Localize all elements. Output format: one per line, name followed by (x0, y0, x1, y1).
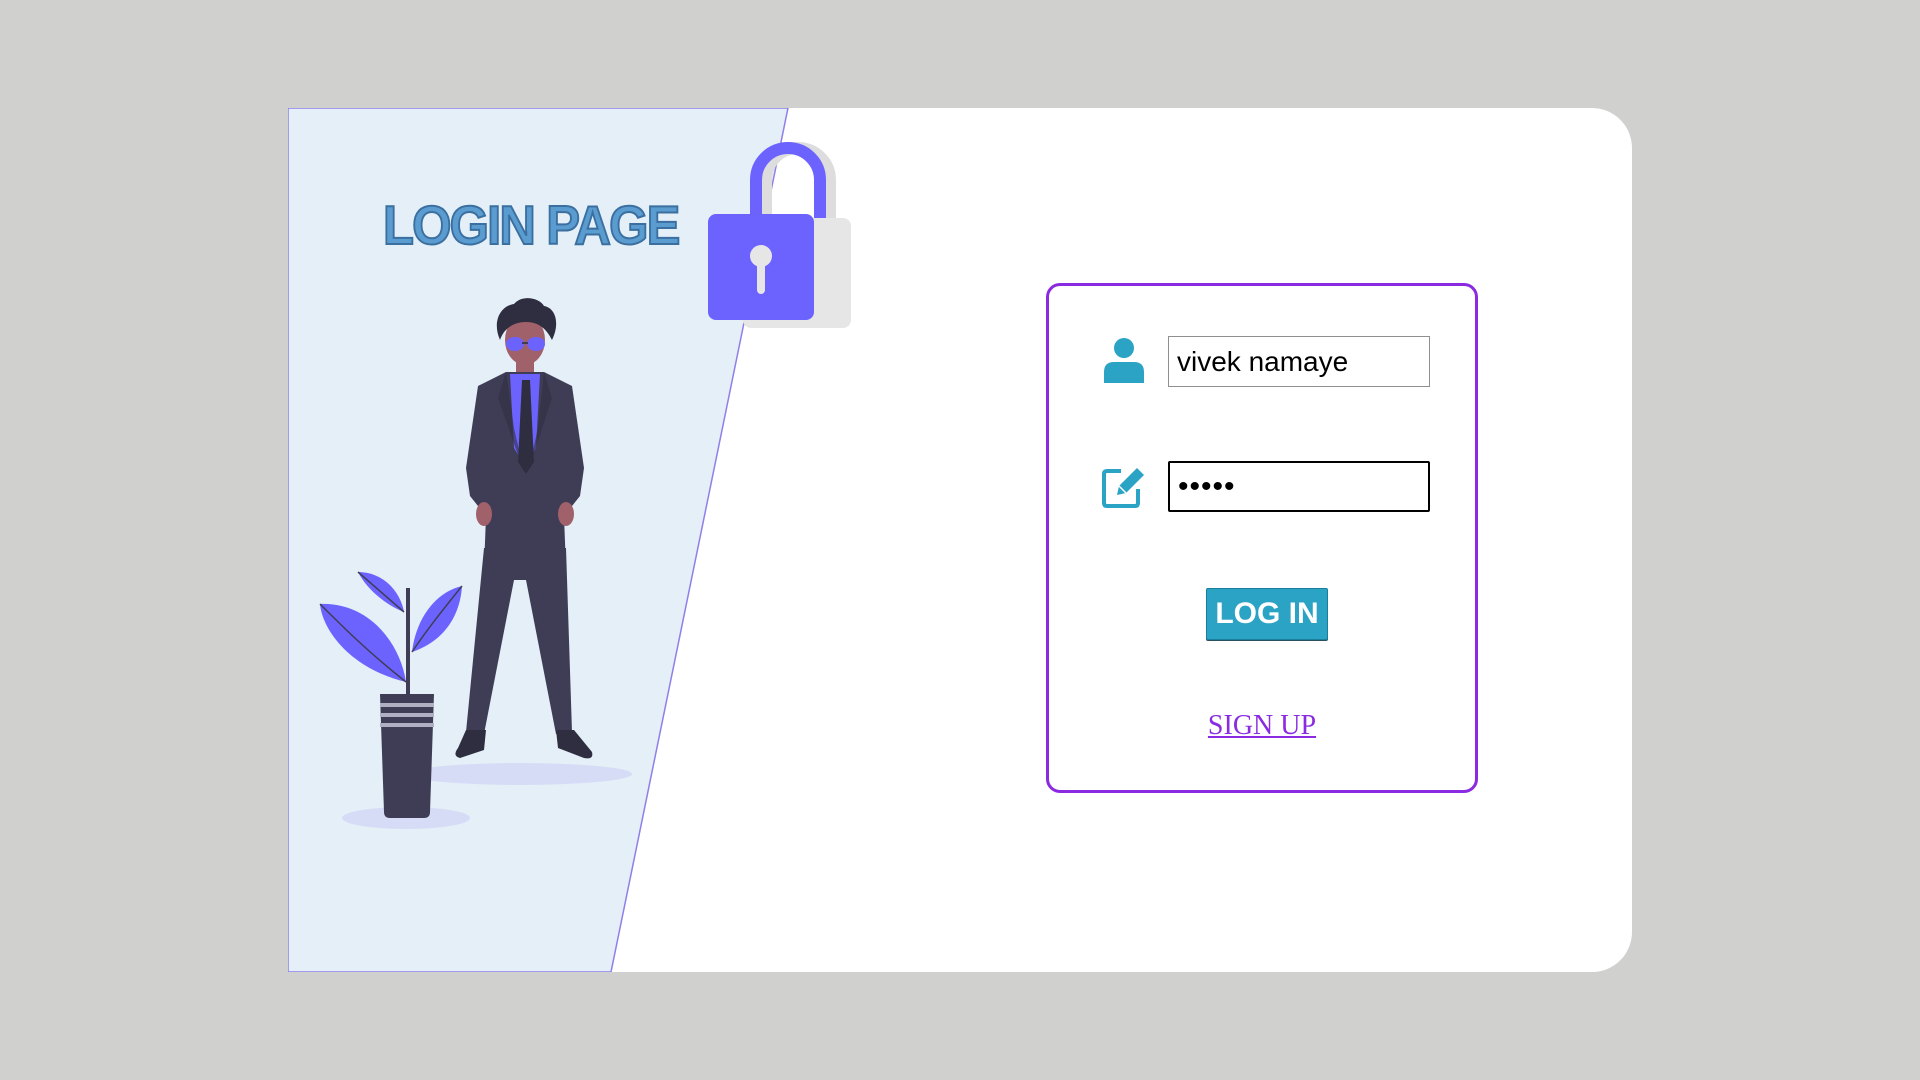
edit-icon (1102, 468, 1144, 508)
login-button[interactable]: LOG IN (1206, 588, 1328, 640)
login-card: LOGIN PAGE LOG IN SIGN UP (288, 108, 1632, 972)
signup-link[interactable]: SIGN UP (1049, 710, 1475, 742)
user-icon (1104, 338, 1144, 383)
password-input[interactable] (1168, 461, 1430, 512)
login-form: LOG IN SIGN UP (1046, 283, 1478, 793)
page-title: LOGIN PAGE (382, 193, 681, 257)
username-input[interactable] (1168, 336, 1430, 387)
